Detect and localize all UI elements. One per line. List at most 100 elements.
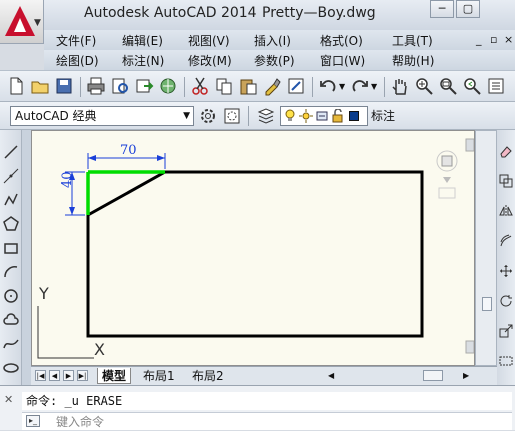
viewport-freeze-icon [316, 111, 328, 121]
toolbar-divider [184, 77, 185, 97]
toolbar-divider [312, 77, 313, 97]
undo-icon[interactable] [318, 76, 338, 96]
scale-icon[interactable] [499, 324, 513, 338]
tab-model[interactable]: 模型 [97, 368, 132, 384]
menu-parametric[interactable]: 参数(P) [254, 52, 295, 69]
menu-dimension[interactable]: 标注(N) [122, 52, 164, 69]
minimize-button[interactable]: ─ [430, 0, 454, 18]
doc-close-button[interactable]: × [504, 33, 513, 46]
light-bulb-icon [285, 109, 295, 121]
unlock-icon [332, 109, 343, 123]
application-menu-button[interactable]: ▼ [0, 0, 44, 44]
file-name: Pretty—Boy.dwg [262, 5, 376, 21]
tab-nav-last-button[interactable]: ▶| [77, 370, 88, 381]
new-file-icon[interactable] [6, 76, 26, 96]
layer-color-swatch [349, 111, 359, 121]
arc-tool-icon[interactable] [3, 264, 19, 280]
menu-format[interactable]: 格式(O) [320, 32, 363, 49]
polygon-tool-icon[interactable] [3, 216, 19, 232]
offset-icon[interactable] [499, 234, 513, 248]
draw-toolbar [0, 130, 22, 385]
circle-tool-icon[interactable] [3, 288, 19, 304]
command-prompt-icon[interactable]: ▸_ [26, 415, 40, 427]
tab-nav-first-button[interactable]: |◀ [35, 370, 46, 381]
polyline-tool-icon[interactable] [3, 192, 19, 208]
workspace-customize-icon[interactable] [222, 106, 242, 126]
ucs-icon [37, 306, 94, 359]
construction-line-icon[interactable] [3, 168, 19, 184]
menu-window[interactable]: 窗口(W) [320, 52, 365, 69]
stretch-icon[interactable] [499, 354, 513, 368]
tab-nav-prev-button[interactable]: ◀ [49, 370, 60, 381]
zoom-realtime-icon[interactable] [414, 76, 434, 96]
erase-icon[interactable] [499, 144, 513, 158]
toolbar-divider [80, 77, 81, 97]
redo-icon[interactable] [350, 76, 370, 96]
cut-icon[interactable] [190, 76, 210, 96]
command-history: 命令: _u ERASE [22, 392, 512, 410]
plot-preview-icon[interactable] [110, 76, 130, 96]
tab-layout2[interactable]: 布局2 [188, 368, 228, 384]
menu-view[interactable]: 视图(V) [188, 32, 230, 49]
block-editor-icon[interactable] [286, 76, 306, 96]
menu-file[interactable]: 文件(F) [56, 32, 96, 49]
ucs-x-label: X [94, 340, 105, 359]
menu-edit[interactable]: 编辑(E) [122, 32, 163, 49]
layer-properties-icon[interactable] [256, 106, 276, 126]
open-folder-icon[interactable] [30, 76, 50, 96]
horizontal-scrollbar-thumb[interactable] [423, 370, 443, 381]
restore-button[interactable]: ▢ [456, 0, 480, 18]
chevron-down-icon: ▼ [34, 18, 41, 28]
match-properties-icon[interactable] [262, 76, 282, 96]
3d-dwf-icon[interactable] [158, 76, 178, 96]
tab-nav-next-button[interactable]: ▶ [63, 370, 74, 381]
zoom-window-icon[interactable] [438, 76, 458, 96]
layout-tab-bar: |◀ ◀ ▶ ▶| 模型 布局1 布局2 ◀ ▶ [31, 366, 497, 385]
menu-insert[interactable]: 插入(I) [254, 32, 291, 49]
chevron-down-icon[interactable]: ▼ [371, 82, 377, 91]
dim-horizontal-arrow-left [88, 155, 96, 161]
workspace-select[interactable]: AutoCAD 经典 ▼ [10, 106, 194, 126]
scroll-right-arrow-icon[interactable]: ▶ [463, 371, 469, 380]
mirror-icon[interactable] [499, 204, 513, 218]
revision-cloud-icon[interactable] [3, 312, 19, 328]
save-icon[interactable] [54, 76, 74, 96]
doc-restore-button[interactable]: ▫ [490, 33, 497, 46]
menu-modify[interactable]: 修改(M) [188, 52, 232, 69]
command-input[interactable]: 键入命令 [22, 412, 512, 430]
move-icon[interactable] [499, 264, 513, 278]
close-icon[interactable]: ✕ [4, 393, 13, 406]
viewcube-icon [436, 150, 458, 199]
chevron-down-icon[interactable]: ▼ [339, 82, 345, 91]
rectangle-tool-icon[interactable] [3, 240, 19, 256]
properties-icon[interactable] [486, 76, 506, 96]
drawing-svg [37, 138, 474, 359]
publish-icon[interactable] [134, 76, 154, 96]
app-title: Autodesk AutoCAD 2014 [84, 5, 257, 21]
workspace-settings-gear-icon[interactable] [198, 106, 218, 126]
layer-select[interactable] [280, 106, 368, 126]
menu-tools[interactable]: 工具(T) [392, 32, 433, 49]
dim-horizontal-arrow-right [157, 155, 165, 161]
vertical-scrollbar[interactable] [475, 130, 497, 366]
menu-help[interactable]: 帮助(H) [392, 52, 434, 69]
toolbar-grip[interactable] [22, 130, 31, 385]
menu-bar-row-1: 文件(F) 编辑(E) 视图(V) 插入(I) 格式(O) 工具(T) _ ▫ … [44, 30, 515, 50]
print-icon[interactable] [86, 76, 106, 96]
line-tool-icon[interactable] [3, 144, 19, 160]
pan-hand-icon[interactable] [390, 76, 410, 96]
spline-tool-icon[interactable] [3, 336, 19, 352]
zoom-previous-icon[interactable] [462, 76, 482, 96]
rotate-icon[interactable] [499, 294, 513, 308]
tab-layout1[interactable]: 布局1 [139, 368, 179, 384]
workspace-toolbar: AutoCAD 经典 ▼ 标注 [0, 102, 515, 130]
menu-draw[interactable]: 绘图(D) [56, 52, 99, 69]
drawing-canvas[interactable]: 70 40 Y X [31, 130, 475, 366]
scrollbar-thumb[interactable] [482, 297, 492, 311]
copy-icon[interactable] [214, 76, 234, 96]
copy-object-icon[interactable] [499, 174, 513, 188]
scroll-left-arrow-icon[interactable]: ◀ [328, 371, 334, 380]
paste-icon[interactable] [238, 76, 258, 96]
doc-minimize-button[interactable]: _ [476, 33, 482, 46]
ellipse-tool-icon[interactable] [3, 360, 19, 376]
